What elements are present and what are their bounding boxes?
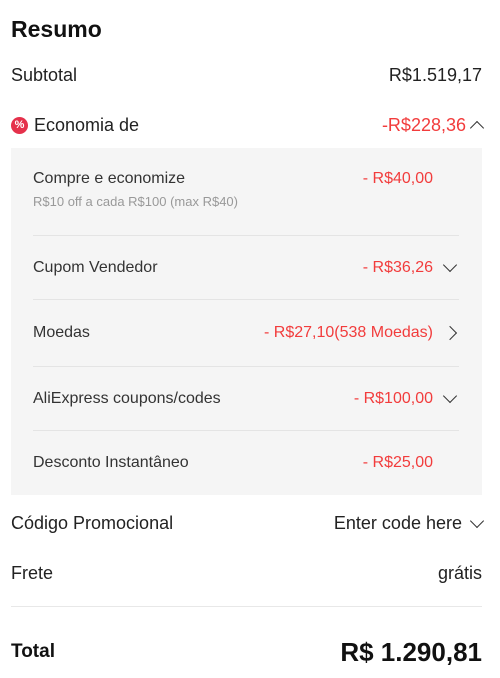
subtotal-row: Subtotal R$1.519,17	[11, 62, 482, 88]
savings-label: Economia de	[34, 114, 140, 135]
total-label: Total	[11, 641, 55, 662]
divider	[11, 606, 482, 607]
discount-sublabel: R$10 off a cada R$100 (max R$40)	[33, 194, 238, 209]
discount-value: - R$25,00	[362, 454, 433, 471]
chevron-down-icon[interactable]	[469, 513, 485, 528]
chevron-right-icon[interactable]	[442, 325, 458, 341]
discount-row-aliexpress-coupons[interactable]: AliExpress coupons/codes - R$100,00	[33, 367, 459, 431]
discount-label: Moedas	[33, 324, 90, 341]
subtotal-label: Subtotal	[11, 64, 78, 85]
shipping-label: Frete	[11, 562, 54, 583]
discount-right: - R$100,00	[353, 388, 459, 408]
savings-right: -R$228,36	[381, 114, 485, 136]
summary-title: Resumo	[11, 16, 102, 42]
savings-value: -R$228,36	[381, 114, 466, 135]
discount-value: - R$27,10(538 Moedas)	[264, 324, 433, 341]
discount-row-instant: Desconto Instantâneo - R$25,00	[33, 431, 459, 495]
discount-badge-icon: %	[11, 116, 28, 134]
savings-left: % Economia de	[11, 115, 139, 136]
discount-label: AliExpress coupons/codes	[33, 389, 221, 407]
chevron-up-icon[interactable]	[469, 120, 485, 135]
promo-code-row[interactable]: Código Promocional Enter code here	[11, 510, 485, 536]
discount-right: - R$40,00	[363, 170, 459, 188]
discount-row-buy-save: Compre e economize R$10 off a cada R$100…	[33, 170, 459, 236]
discount-row-seller-coupon[interactable]: Cupom Vendedor - R$36,26	[33, 236, 459, 300]
discount-label: Compre e economize	[33, 170, 186, 187]
discount-right: - R$36,26	[362, 257, 459, 277]
discount-value: - R$100,00	[353, 389, 433, 407]
subtotal-value: R$1.519,17	[388, 64, 482, 85]
total-row: Total R$ 1.290,81	[11, 636, 482, 668]
discount-details-panel: Compre e economize R$10 off a cada R$100…	[11, 148, 482, 495]
discount-right: - R$25,00	[363, 454, 459, 472]
discount-text: Compre e economize R$10 off a cada R$100…	[33, 170, 238, 209]
chevron-down-icon[interactable]	[442, 257, 458, 273]
order-summary: Resumo Subtotal R$1.519,17 % Economia de…	[0, 0, 500, 678]
discount-label: Desconto Instantâneo	[33, 454, 189, 471]
discount-right: - R$27,10(538 Moedas)	[264, 324, 459, 342]
discount-label: Cupom Vendedor	[33, 258, 158, 276]
savings-toggle[interactable]: % Economia de -R$228,36	[11, 112, 485, 138]
promo-code-input[interactable]: Enter code here	[333, 512, 485, 534]
promo-label: Código Promocional	[11, 512, 174, 533]
discount-value: - R$40,00	[362, 170, 433, 187]
shipping-value: grátis	[437, 562, 482, 583]
total-value: R$ 1.290,81	[340, 636, 482, 667]
shipping-row: Frete grátis	[11, 560, 482, 586]
discount-value: - R$36,26	[362, 258, 433, 276]
discount-row-coins[interactable]: Moedas - R$27,10(538 Moedas)	[33, 300, 459, 367]
promo-placeholder: Enter code here	[333, 512, 462, 533]
chevron-down-icon[interactable]	[442, 388, 458, 404]
